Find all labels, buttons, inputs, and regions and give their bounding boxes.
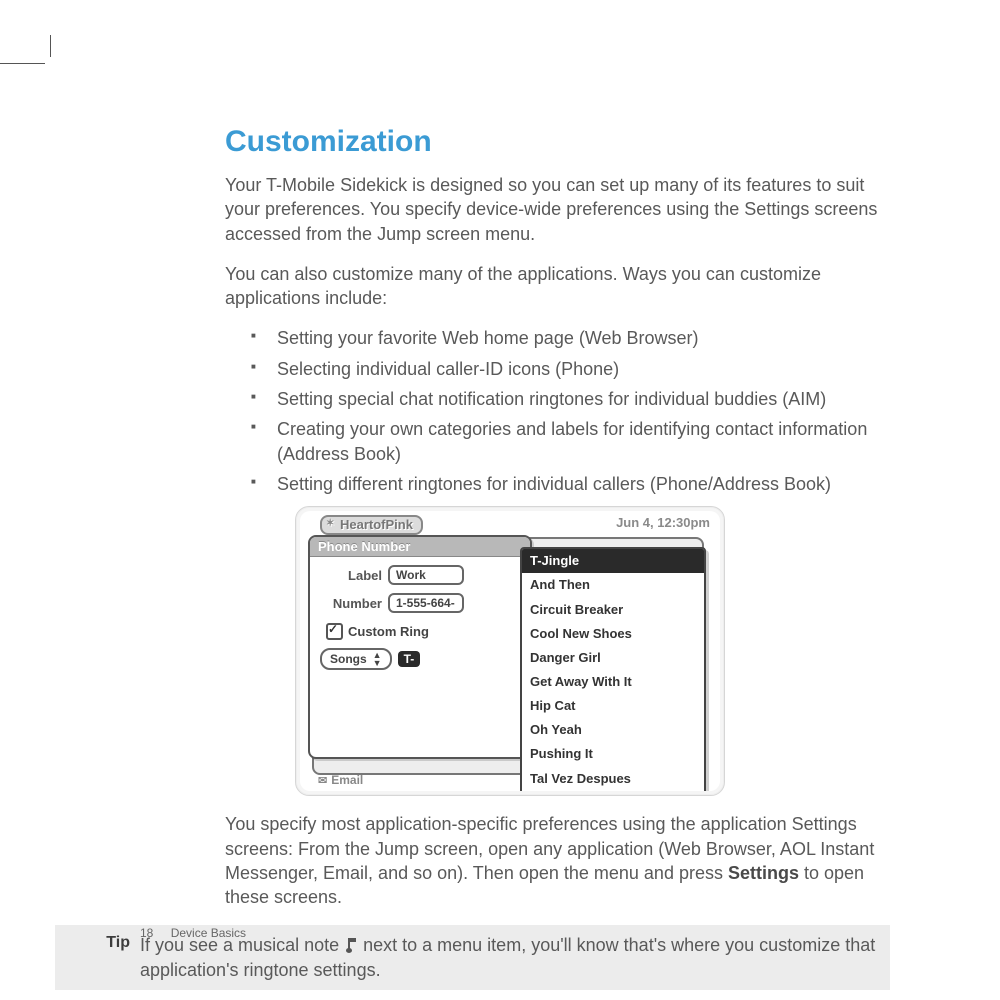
label-caption: Label (316, 568, 382, 583)
section-name: Device Basics (171, 926, 246, 940)
tip-text: If you see a musical note next to a menu… (140, 933, 880, 982)
page-heading: Customization (225, 125, 890, 159)
page-number: 18 (140, 926, 153, 940)
songs-select[interactable]: Songs ▲▼ (320, 648, 392, 670)
device-screenshot: HeartofPink Jun 4, 12:30pm Phone Number … (295, 506, 725, 796)
dropdown-option[interactable]: T-Jingle (522, 549, 704, 573)
tip-label: Tip (55, 933, 140, 952)
musical-note-icon (346, 938, 356, 953)
ringtone-dropdown[interactable]: T-Jingle And Then Circuit Breaker Cool N… (520, 547, 706, 791)
dropdown-option[interactable]: Danger Girl (522, 646, 704, 670)
dropdown-option[interactable]: Cool New Shoes (522, 622, 704, 646)
list-item: Setting your favorite Web home page (Web… (251, 326, 890, 350)
number-field[interactable]: 1-555-664- (388, 593, 464, 613)
email-label: Email (331, 773, 363, 787)
dropdown-option[interactable]: Get Away With It (522, 670, 704, 694)
dropdown-option[interactable]: Time To Say Hello (522, 791, 704, 792)
phone-number-panel: Phone Number Label Work Number 1-555-664… (308, 535, 532, 759)
songs-current[interactable]: T- (398, 651, 421, 667)
stepper-arrows-icon: ▲▼ (373, 651, 382, 667)
dropdown-option[interactable]: Circuit Breaker (522, 598, 704, 622)
list-item: Selecting individual caller-ID icons (Ph… (251, 357, 890, 381)
checkbox-icon (326, 623, 343, 640)
settings-keyword: Settings (728, 863, 799, 883)
contact-chip: HeartofPink (320, 515, 423, 535)
dropdown-option[interactable]: Hip Cat (522, 694, 704, 718)
page-footer: 18 Device Basics (140, 926, 246, 940)
dropdown-option[interactable]: Tal Vez Despues (522, 767, 704, 791)
page-body: Customization Your T-Mobile Sidekick is … (140, 125, 890, 990)
dropdown-option[interactable]: And Then (522, 573, 704, 597)
panel-title: Phone Number (310, 537, 530, 557)
dropdown-option[interactable]: Pushing It (522, 742, 704, 766)
dropdown-option[interactable]: Oh Yeah (522, 718, 704, 742)
customize-list: Setting your favorite Web home page (Web… (251, 326, 890, 496)
number-caption: Number (316, 596, 382, 611)
intro-paragraph-1: Your T-Mobile Sidekick is designed so yo… (225, 173, 890, 246)
settings-paragraph: You specify most application-specific pr… (225, 812, 890, 909)
custom-ring-label: Custom Ring (348, 624, 429, 639)
status-clock: Jun 4, 12:30pm (616, 515, 710, 530)
intro-paragraph-2: You can also customize many of the appli… (225, 262, 890, 311)
label-field[interactable]: Work (388, 565, 464, 585)
songs-select-label: Songs (330, 652, 367, 666)
email-row: Email (318, 773, 363, 787)
list-item: Setting special chat notification ringto… (251, 387, 890, 411)
list-item: Creating your own categories and labels … (251, 417, 890, 466)
crop-marks (0, 35, 60, 65)
list-item: Setting different ringtones for individu… (251, 472, 890, 496)
custom-ring-checkbox[interactable]: Custom Ring (326, 623, 520, 640)
